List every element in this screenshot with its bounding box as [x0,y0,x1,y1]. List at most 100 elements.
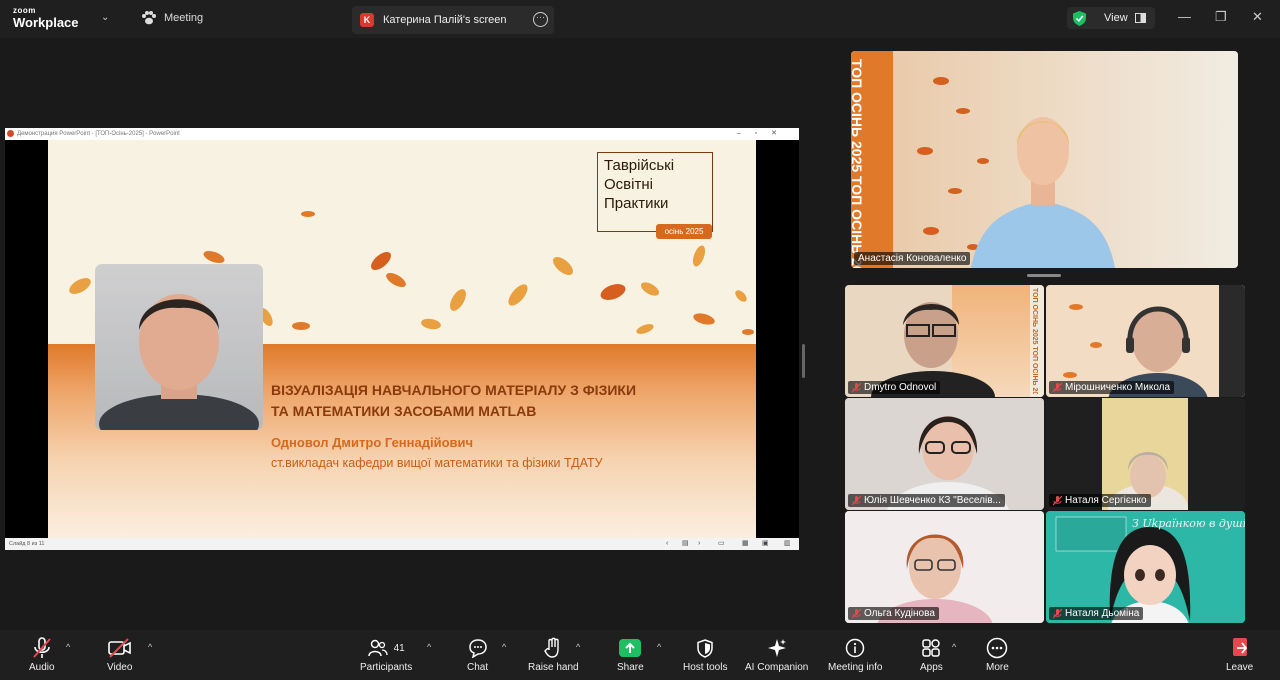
microphone-muted-icon [33,637,51,658]
host-tools-button[interactable]: Host tools [683,636,727,673]
share-options-caret[interactable]: ^ [657,642,661,652]
sparkle-icon [767,639,786,657]
featured-video-tile[interactable]: ТОП ОСІНЬ 2025 ТОП ОСІНЬ 2025 Анастасія … [851,51,1238,268]
speaker-photo [95,264,263,430]
more-icon [987,637,1008,659]
participant-name-tag: Наталя Сергієнко [1049,494,1151,507]
panel-resize-handle[interactable] [802,344,805,378]
slide-title: ВІЗУАЛІЗАЦІЯ НАВЧАЛЬНОГО МАТЕРІАЛУ З ФІЗ… [271,382,637,419]
chevron-down-icon[interactable]: ⌄ [101,12,109,23]
participants-count: 41 [393,642,405,654]
meeting-toolbar: Audio ^ Video ^ 41 Participants ^ Chat ^… [0,630,1280,680]
participant-name-tag: Мірошниченко Микола [1049,381,1175,394]
ai-companion-label: AI Companion [745,662,809,673]
participant-tile[interactable]: З Ukрaїнкою в душі Наталя Дьоміна [1046,511,1245,623]
shared-screen-label: Катерина Палій's screen [383,14,507,26]
reading-view-icon[interactable]: ▣ [762,538,769,550]
slide-counter: Слайд 8 из 11 [9,541,45,547]
layout-icon [1134,13,1146,23]
more-label: More [986,662,1009,673]
sorter-view-icon[interactable]: ▦ [742,538,749,550]
more-button[interactable]: More [986,636,1009,673]
mic-muted-icon [852,608,861,618]
participant-name-tag: Наталя Дьоміна [1049,607,1144,620]
participant-name-tag: Юлія Шевченко КЗ "Веселів... [848,494,1005,507]
powerpoint-window-title: Демонстрация PowerPoint - [ТОП-Осінь-202… [17,131,180,137]
more-options-icon[interactable]: ··· [533,12,548,27]
greeting-script-text: З Ukрaїнкою в душі [1132,517,1245,530]
minimize-icon[interactable]: — [1178,9,1191,24]
audio-label: Audio [29,662,55,673]
mic-muted-icon [1053,608,1062,618]
powerpoint-icon [7,130,14,137]
apps-icon [922,639,941,657]
presenter-badge: K [360,13,374,27]
mic-muted-icon [1053,382,1062,392]
participant-tile[interactable]: ТОП ОСІНЬ 2025 ТОП ОСІНЬ 2025 Dmytro Odn… [845,285,1044,397]
share-label: Share [617,662,644,673]
leave-button[interactable]: Leave [1226,636,1253,673]
slideshow-icon[interactable]: ▥ [784,538,791,550]
slide-author: Одновол Дмитро Геннадійович [271,435,474,450]
participants-label: Participants [360,662,413,673]
mic-muted-icon [852,382,861,392]
shared-screen-tab[interactable]: K Катерина Палій's screen ··· [352,6,554,34]
mic-muted-icon [1053,495,1062,505]
meeting-tab[interactable]: Meeting [141,11,203,25]
participant-name-tag: Dmytro Odnovol [848,381,941,394]
powerpoint-statusbar: Слайд 8 из 11 ‹ ▤ › ▭ ▦ ▣ ▥ [5,538,799,550]
prev-slide-icon[interactable]: ‹ [666,538,668,550]
apps-options-caret[interactable]: ^ [952,642,956,652]
reactions-options-caret[interactable]: ^ [576,642,580,652]
slide-viewport: Таврійські Освітні Практики осінь 2025 В… [5,140,799,538]
meeting-info-label: Meeting info [828,662,883,673]
video-button[interactable]: Video [107,636,132,673]
chat-label: Chat [467,662,489,673]
normal-view-icon[interactable]: ▭ [718,538,725,550]
apps-label: Apps [920,662,943,673]
slide-author-position: ст.викладач кафедри вищої математики та … [271,456,603,470]
next-slide-icon[interactable]: › [698,538,700,550]
close-icon[interactable]: ✕ [1252,9,1263,25]
audio-button[interactable]: Audio [29,636,55,673]
mic-muted-icon [852,495,861,505]
shield-icon [697,638,713,658]
ai-companion-button[interactable]: AI Companion [745,636,808,673]
apps-button[interactable]: Apps [920,636,943,673]
view-label: View [1104,12,1128,24]
ppt-window-controls: –▫✕ [736,130,791,137]
share-button[interactable]: Share [617,636,644,673]
meeting-tab-label: Meeting [164,12,204,24]
chat-options-caret[interactable]: ^ [502,642,506,652]
video-label: Video [107,662,133,673]
participants-options-caret[interactable]: ^ [427,642,431,652]
restore-icon[interactable]: ❐ [1215,9,1227,25]
participant-tile[interactable]: Мірошниченко Микола [1046,285,1245,397]
meeting-info-button[interactable]: Meeting info [828,636,882,673]
title-bar: zoom Workplace ⌄ Meeting K Катерина Палі… [0,0,1280,38]
zoom-logo[interactable]: zoom Workplace [13,7,79,30]
participant-name-tag: Ольга Кудінова [848,607,939,620]
audio-options-caret[interactable]: ^ [66,642,70,652]
participant-tile[interactable]: Наталя Сергієнко [1046,398,1245,510]
share-screen-icon [619,639,642,657]
raise-hand-label: Raise hand [528,662,579,673]
featured-banner-text: ТОП ОСІНЬ 2025 ТОП ОСІНЬ 2025 [851,59,865,268]
participant-tile[interactable]: Юлія Шевченко КЗ "Веселів... [845,398,1044,510]
participants-button[interactable]: 41 Participants [360,636,412,673]
view-button[interactable]: View [1067,7,1155,29]
participants-icon [367,639,388,657]
chat-button[interactable]: Chat [467,636,488,673]
participant-tile[interactable]: Ольга Кудінова [845,511,1044,623]
brand-box: Таврійські Освітні Практики [597,152,713,232]
chat-icon [468,639,487,658]
slide-menu-icon[interactable]: ▤ [682,538,689,550]
video-options-caret[interactable]: ^ [148,642,152,652]
info-icon [845,638,865,658]
gallery-resize-handle[interactable] [1027,274,1061,277]
host-tools-label: Host tools [683,662,728,673]
presentation-slide: Таврійські Освітні Практики осінь 2025 В… [48,140,756,538]
raise-hand-button[interactable]: Raise hand [528,636,579,673]
paw-icon [142,11,156,25]
brand-badge: осінь 2025 [656,224,712,239]
